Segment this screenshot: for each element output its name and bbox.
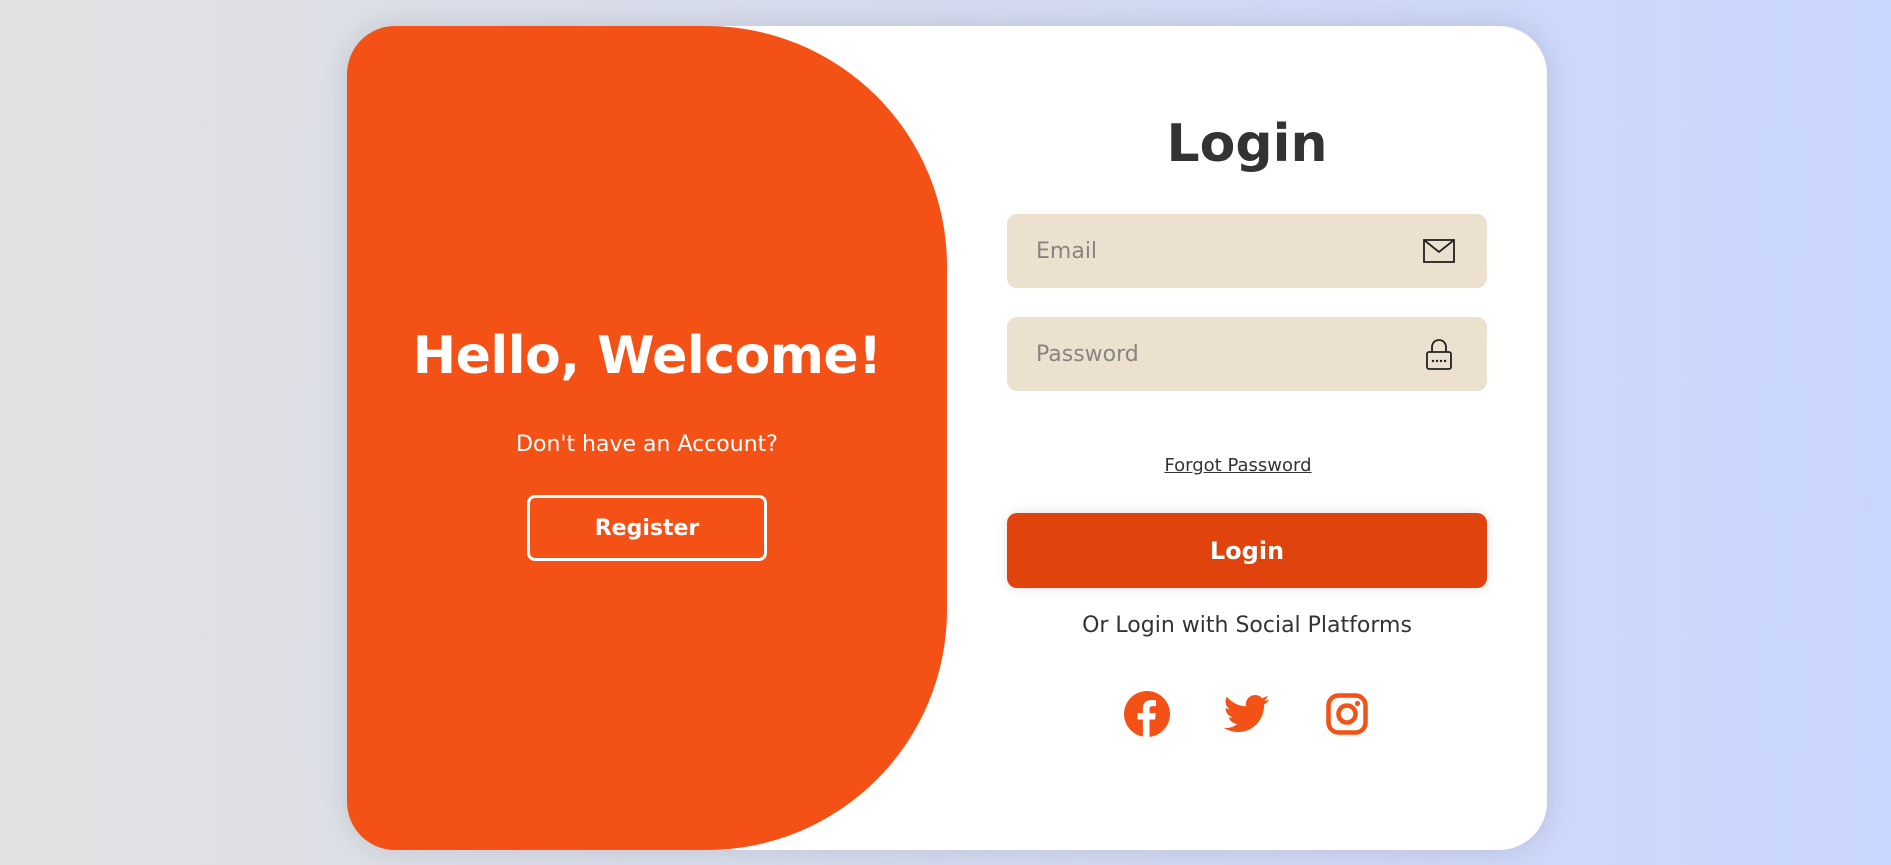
login-card: Hello, Welcome! Don't have an Account? R… (347, 26, 1547, 850)
social-login-text: Or Login with Social Platforms (1082, 613, 1412, 638)
twitter-icon[interactable] (1223, 690, 1271, 738)
login-form: Login F (1007, 26, 1487, 850)
facebook-icon[interactable] (1123, 690, 1171, 738)
mail-icon (1423, 235, 1455, 267)
welcome-title: Hello, Welcome! (412, 326, 882, 386)
login-button[interactable]: Login (1007, 513, 1487, 588)
password-field[interactable] (1007, 317, 1487, 391)
email-field[interactable] (1007, 214, 1487, 288)
lock-icon (1423, 338, 1455, 370)
no-account-text: Don't have an Account? (516, 432, 778, 457)
login-title: Login (1166, 114, 1328, 174)
password-field-wrapper (1007, 317, 1487, 391)
email-field-wrapper (1007, 214, 1487, 288)
welcome-panel: Hello, Welcome! Don't have an Account? R… (347, 26, 947, 850)
register-button[interactable]: Register (527, 495, 767, 561)
forgot-password-link[interactable]: Forgot Password (1007, 455, 1469, 476)
instagram-icon[interactable] (1323, 690, 1371, 738)
